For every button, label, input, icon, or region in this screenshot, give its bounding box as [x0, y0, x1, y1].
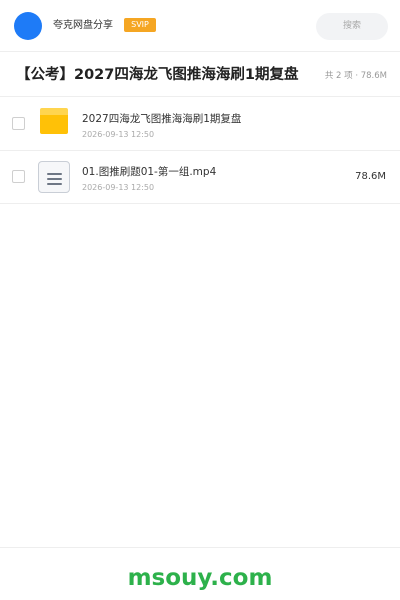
file-date: 2026-09-13 12:50	[82, 183, 155, 192]
top-bar: 夸克网盘分享 SVIP 搜索	[0, 0, 400, 52]
file-name[interactable]: 2027四海龙飞图推海海刷1期复盘	[82, 112, 241, 126]
video-file-icon	[38, 161, 70, 193]
search-button[interactable]: 搜索	[316, 13, 388, 40]
watermark: msouy.com	[127, 565, 273, 591]
svip-badge: SVIP	[124, 18, 156, 32]
file-size: 78.6M	[355, 171, 386, 182]
file-row[interactable]: 2027四海龙飞图推海海刷1期复盘 2026-09-13 12:50	[0, 97, 400, 151]
file-date: 2026-09-13 12:50	[82, 130, 155, 139]
folder-title-bar: 【公考】2027四海龙飞图推海海刷1期复盘 共 2 项 · 78.6M	[0, 53, 400, 97]
brand-logo-icon[interactable]	[14, 12, 42, 40]
page-title: 【公考】2027四海龙飞图推海海刷1期复盘	[16, 67, 299, 83]
file-row[interactable]: 01.图推刷题01-第一组.mp4 2026-09-13 12:50 78.6M	[0, 150, 400, 204]
file-summary: 共 2 项 · 78.6M	[324, 71, 387, 81]
brand-name[interactable]: 夸克网盘分享	[53, 19, 113, 33]
share-page: 夸克网盘分享 SVIP 搜索 【公考】2027四海龙飞图推海海刷1期复盘 共 2…	[0, 0, 400, 600]
folder-icon	[40, 108, 68, 134]
file-name[interactable]: 01.图推刷题01-第一组.mp4	[82, 165, 216, 179]
footer: msouy.com	[0, 547, 400, 600]
select-checkbox[interactable]	[12, 170, 25, 183]
select-checkbox[interactable]	[12, 117, 25, 130]
